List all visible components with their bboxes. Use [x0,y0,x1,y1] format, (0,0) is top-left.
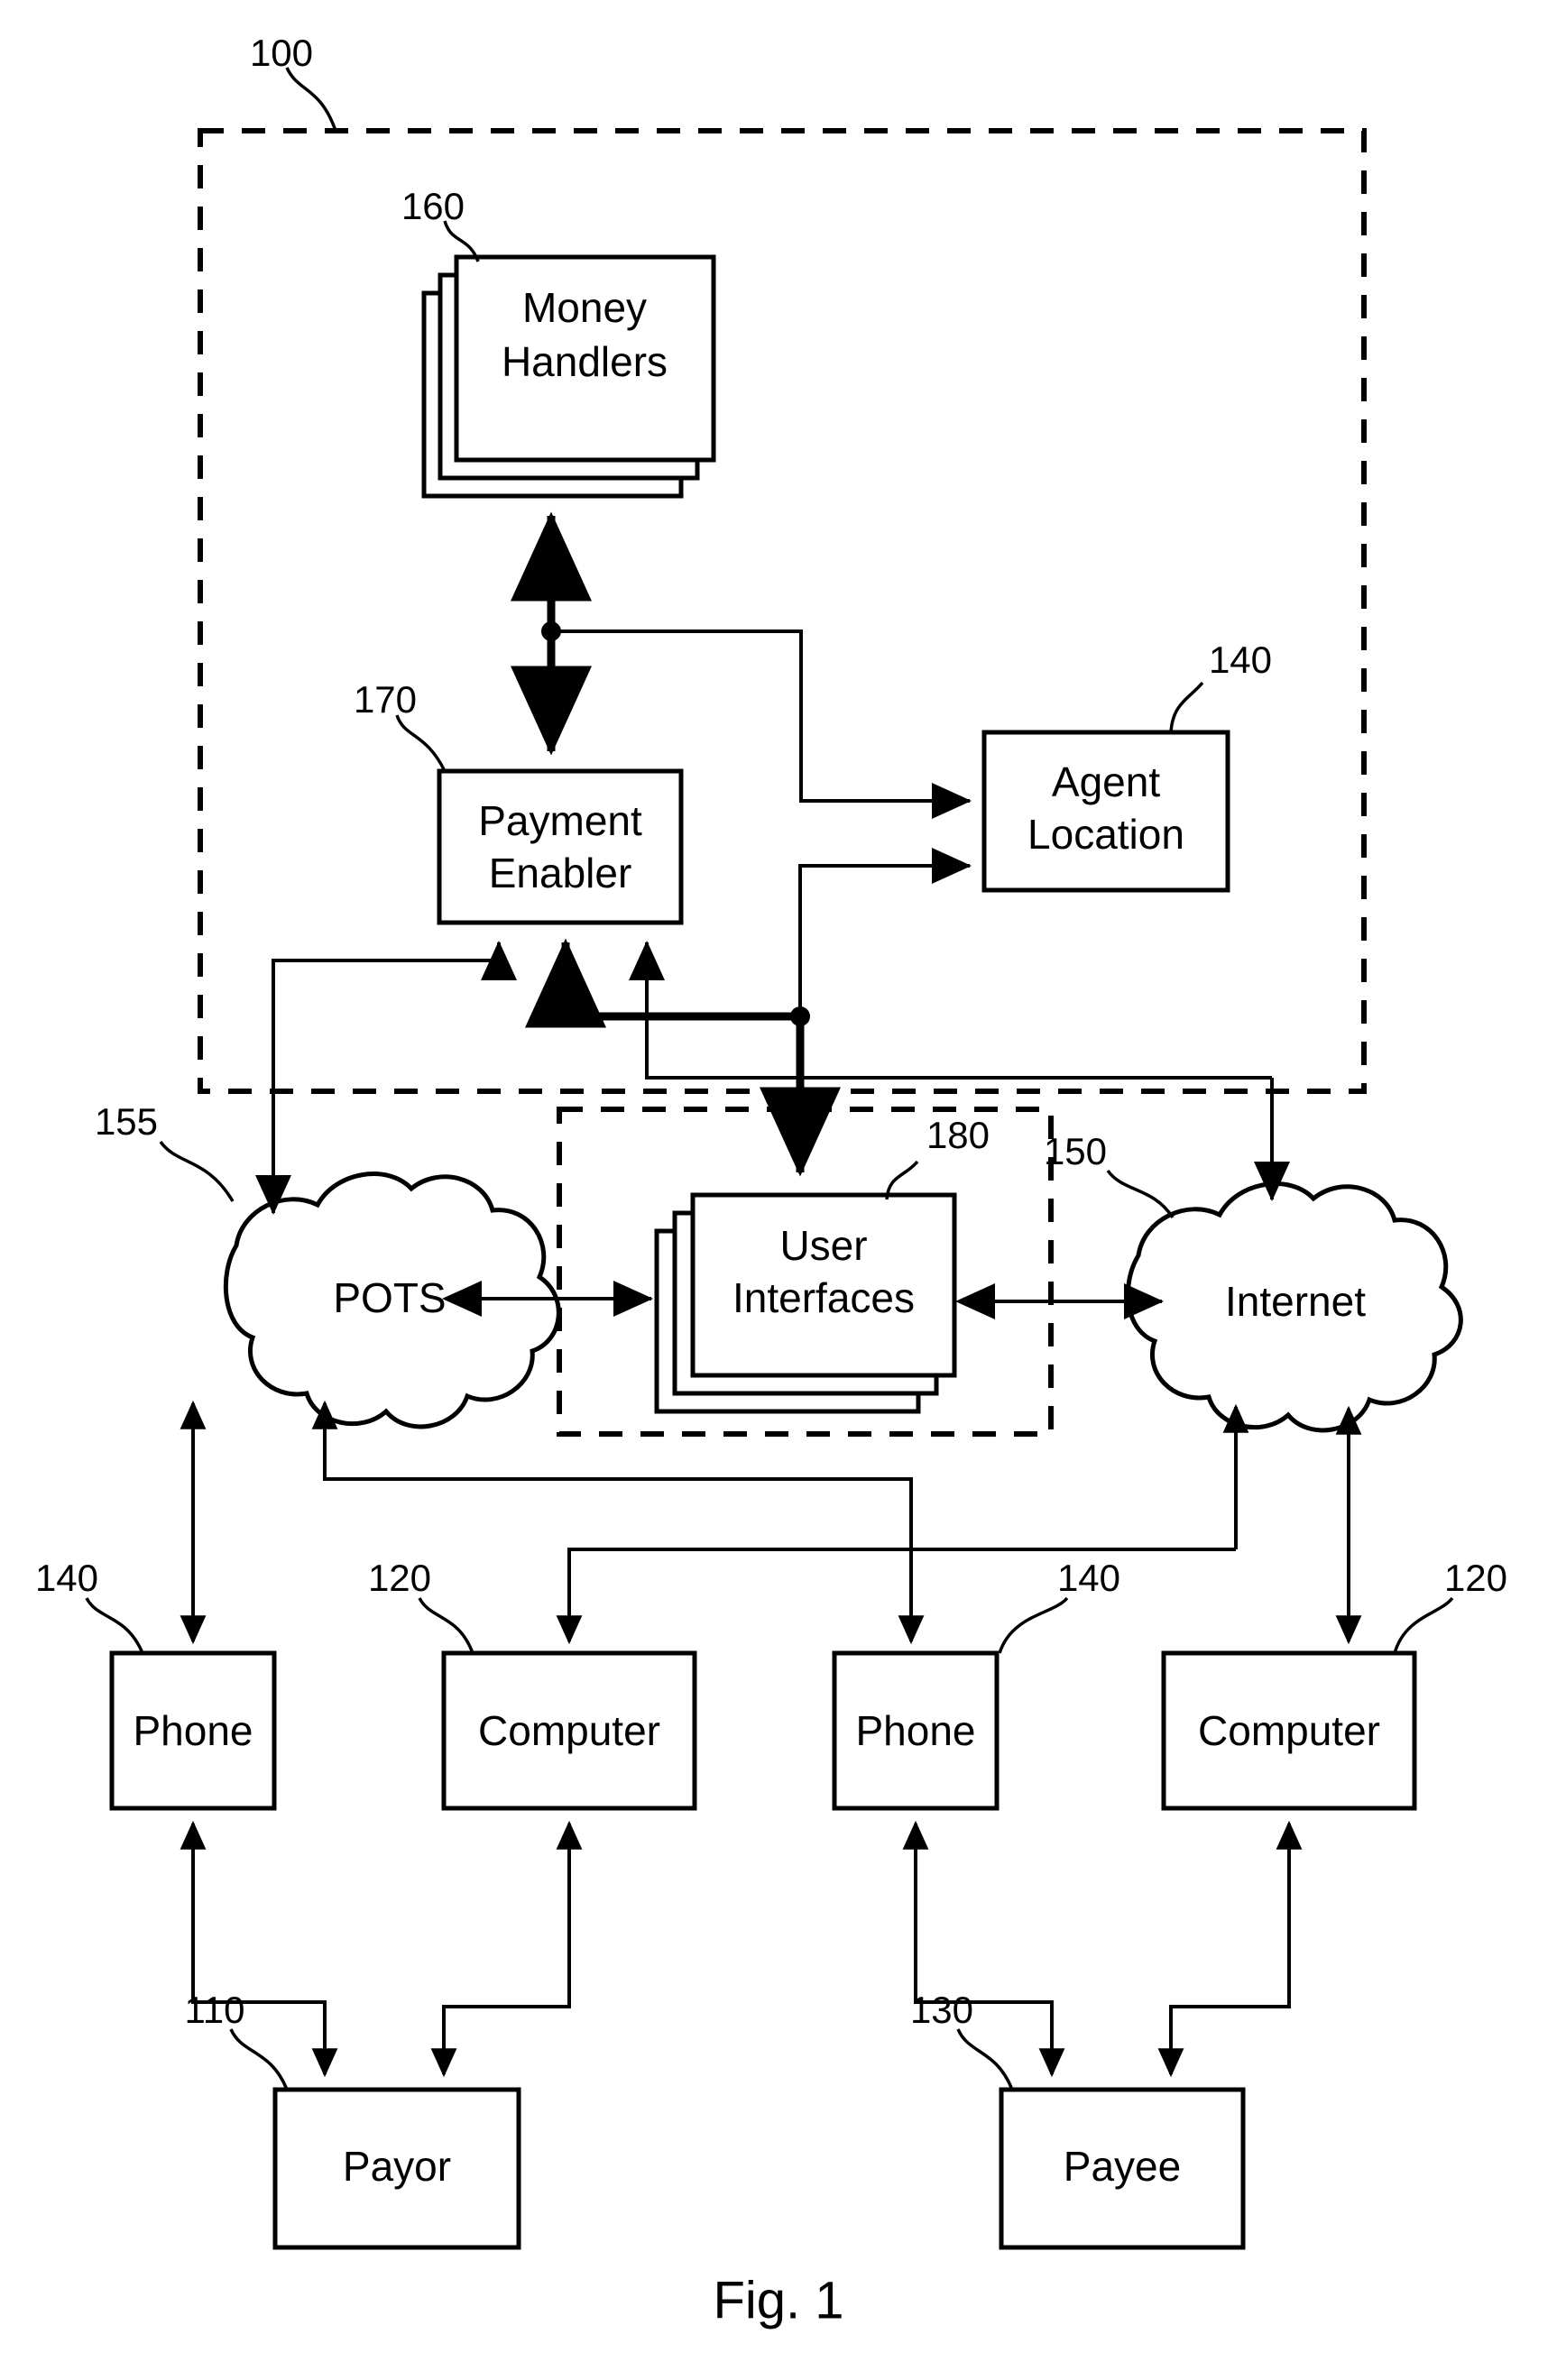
leader-120-computer-right [1393,1596,1454,1654]
leader-130 [956,2028,1014,2091]
payor-node[interactable]: Payor [272,2087,521,2250]
payment-enabler-label-line1: Payment [478,797,642,844]
phone-left-node[interactable]: Phone [109,1650,277,1811]
pots-label: POTS [333,1274,446,1321]
agent-location-label-line1: Agent [1052,758,1160,805]
internet-cloud-node[interactable]: Internet [1125,1181,1463,1433]
user-interfaces-label-line2: Interfaces [732,1274,915,1321]
payment-enabler-label-line2: Enabler [489,850,632,896]
ref-160: 160 [401,185,465,227]
phone-right-node[interactable]: Phone [832,1650,1000,1811]
conn-ui-branch-to-agent-location [798,848,972,1016]
conn-pots-phone-right [311,1400,925,1645]
payor-label: Payor [343,2143,451,2190]
phone-left-label: Phone [133,1707,253,1754]
ref-120-computer-left: 120 [368,1557,431,1599]
leader-140-phone-right [998,1596,1069,1654]
internet-label: Internet [1225,1278,1366,1325]
payment-enabler-box [437,768,684,925]
user-interfaces-label-line1: User [779,1222,867,1269]
diagram-canvas: Money Handlers 160 Payment Enabler 170 A… [35,32,1507,2329]
conn-computer-right-payee [1157,1820,1303,2078]
computer-left-node[interactable]: Computer [441,1650,697,1811]
ref-140-agent: 140 [1209,639,1272,681]
leader-120-computer-left [418,1597,474,1654]
leader-155 [159,1140,235,1202]
money-handlers-label-line2: Handlers [502,338,668,385]
figure-caption: Fig. 1 [713,2271,843,2329]
ref-120-computer-right: 120 [1444,1557,1507,1599]
conn-phone-left-payor [180,1820,338,2078]
leader-100 [285,67,337,132]
computer-right-label: Computer [1198,1707,1380,1754]
payee-label: Payee [1064,2143,1181,2190]
leader-170 [395,714,447,772]
phone-right-label: Phone [855,1707,975,1754]
money-handlers-label-line1: Money [522,284,647,331]
conn-internet-to-computer-left [556,1548,1236,1645]
computer-left-label: Computer [478,1707,660,1754]
computer-right-node[interactable]: Computer [1161,1650,1417,1811]
payment-enabler-node[interactable]: Payment Enabler [437,768,684,925]
agent-location-node[interactable]: Agent Location [981,730,1230,893]
ref-155: 155 [95,1100,158,1143]
agent-location-label-line2: Location [1027,811,1184,858]
ref-170: 170 [354,678,417,721]
conn-userinterfaces-to-enabler [525,938,800,1028]
conn-pots-trunk-to-enabler [272,941,517,1015]
money-handlers-node[interactable]: Money Handlers [421,254,716,499]
ref-140-phone-right: 140 [1057,1557,1120,1599]
user-interfaces-node[interactable]: User Interfaces [654,1192,957,1414]
ref-130: 130 [910,1989,973,2031]
conn-phone-right-payee [902,1820,1065,2078]
leader-150 [1106,1169,1175,1218]
system-boundary-100 [198,128,1367,1094]
ref-140-phone-left: 140 [35,1557,98,1599]
payee-node[interactable]: Payee [999,2087,1246,2250]
leader-110 [229,2028,289,2091]
ref-100: 100 [250,32,313,74]
conn-internet-trunk-to-enabler [629,941,1272,1080]
leader-140-agent [1169,681,1204,733]
ref-180: 180 [926,1114,990,1156]
conn-computer-left-payor [430,1820,583,2078]
patent-figure-1: Money Handlers 160 Payment Enabler 170 A… [0,0,1557,2380]
ref-150: 150 [1044,1130,1107,1172]
leader-140-phone-left [85,1597,144,1654]
